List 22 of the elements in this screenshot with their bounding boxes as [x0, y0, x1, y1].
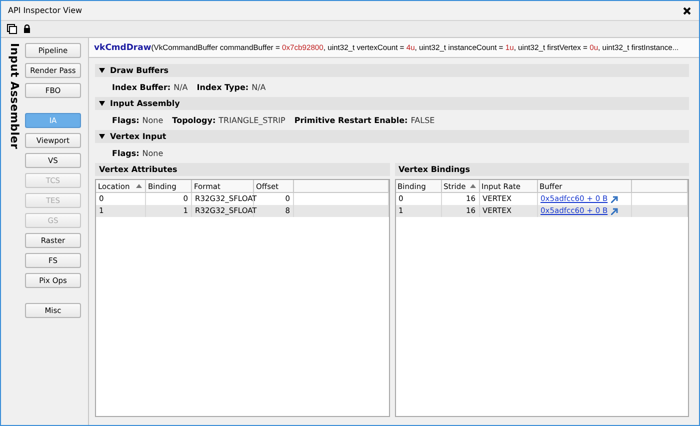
section-header[interactable]: Draw Buffers: [95, 64, 689, 77]
field-value: TRIANGLE_STRIP: [218, 116, 286, 124]
field-label: Flags:: [112, 116, 140, 124]
field-label: Primitive Restart Enable:: [294, 116, 408, 124]
section-title: Draw Buffers: [110, 66, 169, 75]
section-title: Vertex Input: [110, 132, 166, 141]
section-header[interactable]: Vertex Input: [95, 130, 689, 143]
stage-label: Input Assembler: [7, 43, 21, 152]
field-label: Index Buffer:: [112, 82, 171, 92]
field-value: None: [142, 148, 164, 158]
field-label: Flags:: [112, 148, 140, 158]
field-value: FALSE: [410, 116, 435, 124]
field-value: None: [142, 116, 164, 124]
section-title: Input Assembly: [110, 99, 180, 108]
field-label: Topology:: [172, 116, 216, 124]
section-header[interactable]: Input Assembly: [95, 97, 689, 110]
field-value: N/A: [174, 82, 188, 92]
table-title: Vertex Bindings: [398, 165, 470, 174]
window-title: API Inspector View: [8, 6, 82, 15]
field-value: N/A: [252, 82, 266, 92]
field-label: Index Type:: [196, 82, 249, 92]
table-title: Vertex Attributes: [99, 165, 178, 174]
